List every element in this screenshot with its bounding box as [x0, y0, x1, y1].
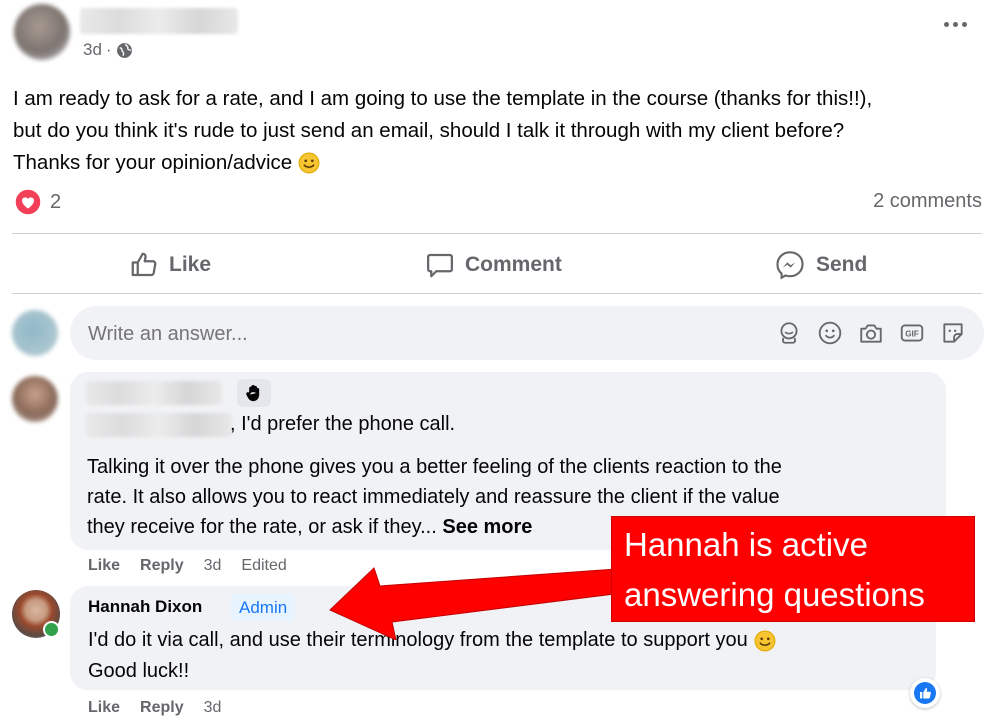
see-more-link[interactable]: See more [442, 516, 532, 538]
post-author-avatar[interactable] [14, 4, 70, 60]
divider [12, 293, 982, 294]
like-button[interactable]: Like [129, 248, 211, 282]
comment-button[interactable]: Comment [425, 248, 562, 282]
messenger-icon [776, 251, 804, 280]
comment-text-line: they receive for the rate, or ask if the… [87, 516, 437, 538]
post-text-line: I am ready to ask for a rate, and I am g… [13, 87, 873, 110]
thumbs-up-icon [131, 252, 157, 277]
more-options-icon[interactable] [944, 22, 967, 27]
comment-like-button[interactable]: Like [88, 699, 120, 717]
comment-text-line: Talking it over the phone gives you a be… [87, 456, 782, 478]
comment-author-avatar[interactable] [12, 376, 58, 422]
camera-icon[interactable] [858, 320, 884, 346]
hannah-author-name[interactable]: Hannah Dixon [88, 597, 202, 617]
sticker-icon[interactable] [940, 320, 966, 346]
post-timestamp[interactable]: 3d · [83, 40, 133, 60]
post-text-line: but do you think it's rude to just send … [13, 119, 845, 142]
comment-actions: Like Reply 3d [88, 699, 221, 717]
composer-icons: GIF [776, 320, 966, 346]
post-body: I am ready to ask for a rate, and I am g… [13, 83, 872, 179]
comment-actions: Like Reply 3d Edited [88, 557, 287, 575]
annotation-text-line: answering questions [624, 576, 925, 613]
comment-icon [427, 253, 453, 278]
thumbs-up-reaction-icon [914, 682, 936, 704]
comment-text-line: rate. It also allows you to react immedi… [87, 486, 780, 508]
comment-text-line: Good luck!! [88, 660, 190, 682]
reactions-summary[interactable]: 2 [14, 188, 61, 216]
gif-icon[interactable]: GIF [899, 320, 925, 346]
svg-text:GIF: GIF [905, 330, 919, 339]
avatar-sticker-icon[interactable] [776, 320, 802, 346]
divider [12, 233, 982, 234]
annotation-callout: Hannah is active answering questions [611, 516, 975, 622]
answer-input-field[interactable] [86, 319, 750, 349]
heart-reaction-icon [14, 188, 42, 216]
comment-timestamp[interactable]: 3d [204, 699, 222, 717]
post-author-name-redacted[interactable] [80, 8, 238, 34]
smile-emoji-icon [754, 630, 776, 651]
annotation-text-line: Hannah is active [624, 526, 868, 563]
reaction-count: 2 [50, 190, 62, 213]
current-user-avatar[interactable] [12, 310, 58, 356]
comment-reply-button[interactable]: Reply [140, 557, 184, 575]
like-reaction-badge[interactable] [910, 678, 940, 708]
post-text-line: Thanks for your opinion/advice [13, 151, 293, 174]
comments-count-link[interactable]: 2 comments [873, 190, 982, 213]
smile-emoji-icon [298, 152, 320, 174]
answer-input[interactable]: GIF [70, 306, 984, 360]
comment-first-line: , I'd prefer the phone call. [230, 413, 456, 435]
emoji-icon[interactable] [817, 320, 843, 346]
comment-reply-button[interactable]: Reply [140, 699, 184, 717]
globe-icon [116, 42, 132, 58]
waving-hand-icon [237, 379, 271, 407]
comment-timestamp[interactable]: 3d [204, 557, 222, 575]
annotation-arrow [329, 567, 631, 640]
comment-like-button[interactable]: Like [88, 557, 120, 575]
edited-label[interactable]: Edited [241, 557, 286, 575]
online-status-indicator [43, 621, 60, 638]
mention-redacted[interactable] [86, 413, 232, 437]
admin-badge[interactable]: Admin [231, 594, 296, 621]
comment-author-name-redacted[interactable] [86, 381, 222, 405]
send-button[interactable]: Send [774, 248, 867, 282]
